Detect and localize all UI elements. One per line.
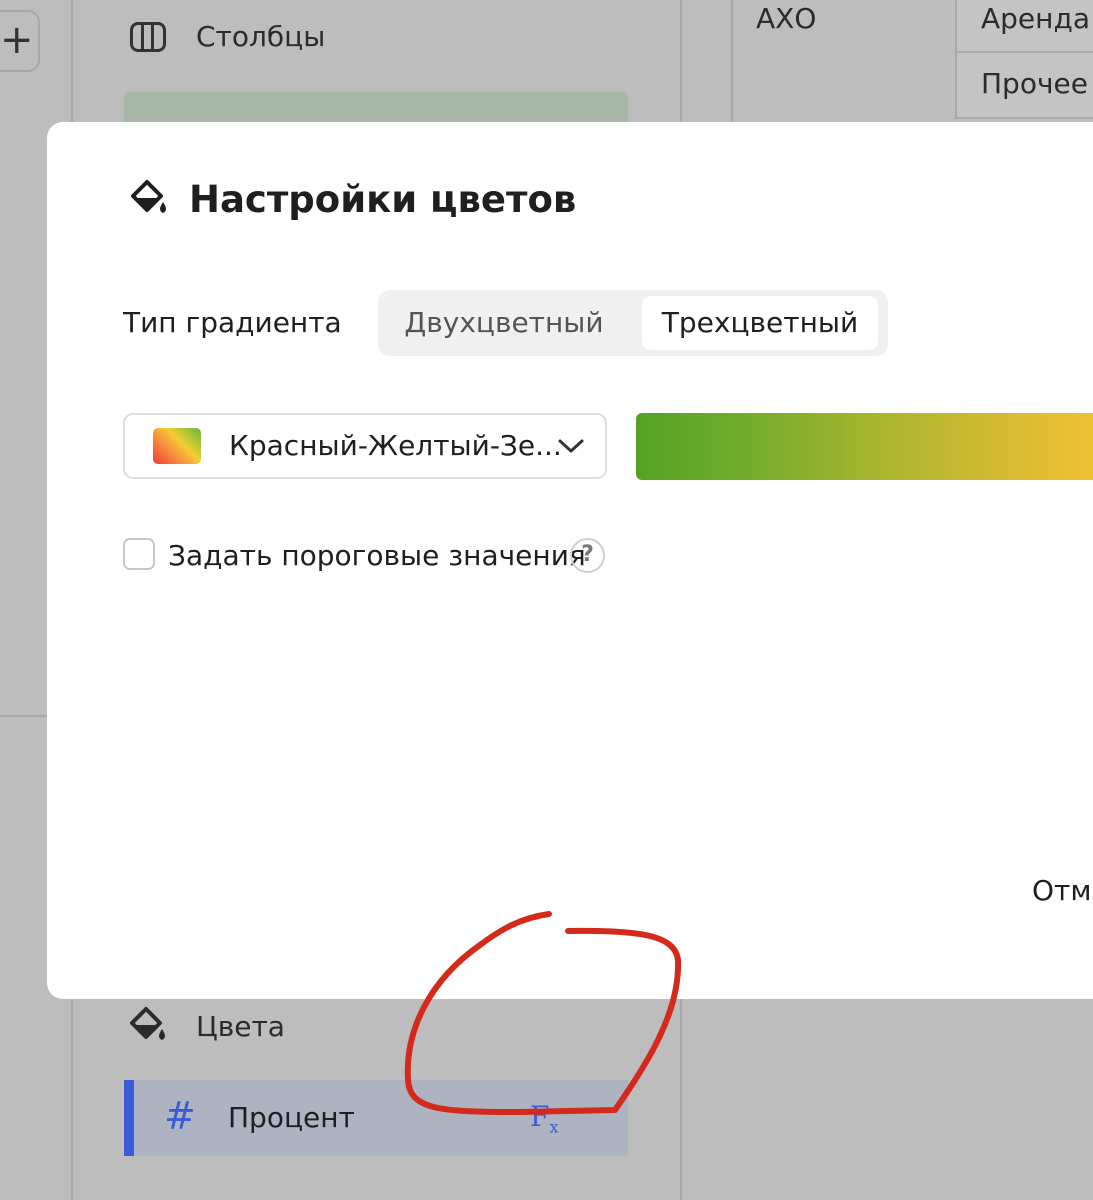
palette-select[interactable]: Красный-Желтый-Зе... bbox=[123, 413, 607, 479]
table-cell: Аренда bbox=[955, 0, 1093, 53]
thresholds-label: Задать пороговые значения bbox=[168, 539, 586, 572]
columns-section-label: Столбцы bbox=[196, 20, 326, 53]
palette-swatch bbox=[153, 428, 201, 464]
color-field-name: Процент bbox=[228, 1101, 355, 1134]
cancel-button[interactable]: Отм bbox=[1032, 874, 1091, 907]
color-field-chip[interactable]: # Процент Fx bbox=[124, 1080, 628, 1156]
gradient-type-switch: Двухцветный Трехцветный bbox=[378, 290, 888, 356]
gradient-three-color-option[interactable]: Трехцветный bbox=[642, 296, 878, 350]
gradient-preview bbox=[636, 413, 1093, 480]
columns-icon bbox=[130, 22, 166, 52]
table-divider bbox=[731, 0, 733, 130]
dialog-title: Настройки цветов bbox=[189, 178, 577, 221]
chevron-down-icon bbox=[558, 439, 584, 453]
help-icon[interactable]: ? bbox=[570, 538, 605, 573]
gradient-type-label: Тип градиента bbox=[123, 306, 342, 339]
colors-section-label: Цвета bbox=[196, 1010, 285, 1043]
plus-icon: + bbox=[0, 17, 34, 63]
table-cell-text: Прочее bbox=[981, 67, 1088, 100]
fx-icon[interactable]: Fx bbox=[530, 1100, 558, 1145]
add-button[interactable]: + bbox=[0, 10, 40, 72]
thresholds-checkbox[interactable] bbox=[123, 538, 155, 570]
table-cell: Прочее bbox=[955, 51, 1093, 119]
paint-bucket-icon bbox=[130, 1007, 165, 1040]
hash-icon: # bbox=[164, 1094, 196, 1138]
color-settings-dialog: Настройки цветов Тип градиента Двухцветн… bbox=[47, 122, 1093, 999]
palette-selected-value: Красный-Желтый-Зе... bbox=[229, 429, 562, 462]
paint-bucket-icon bbox=[131, 180, 166, 213]
gradient-two-color-option[interactable]: Двухцветный bbox=[386, 296, 622, 350]
table-cell: АХО bbox=[756, 2, 817, 35]
table-cell-text: Аренда bbox=[981, 2, 1090, 35]
